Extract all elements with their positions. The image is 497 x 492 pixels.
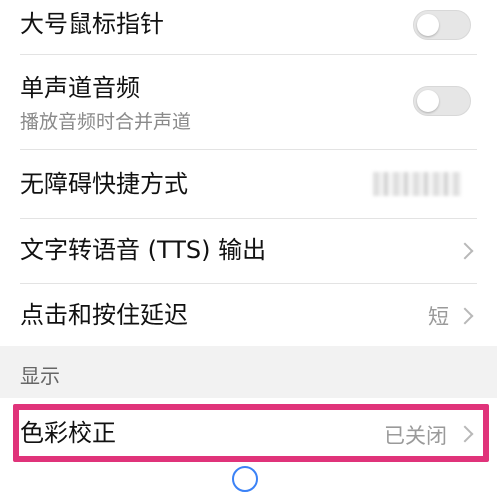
blurred-value <box>373 172 461 196</box>
setting-description: 播放音频时合并声道 <box>20 111 192 133</box>
mono-audio-toggle[interactable] <box>413 86 471 116</box>
setting-accessibility-shortcut[interactable]: 无障碍快捷方式 <box>0 150 497 218</box>
section-header-display: 显示 <box>0 346 497 398</box>
highlight-box <box>13 404 489 462</box>
setting-label: 文字转语音 (TTS) 输出 <box>20 236 267 264</box>
toggle-knob <box>417 90 439 112</box>
chevron-right-icon <box>456 307 474 325</box>
setting-label: 大号鼠标指针 <box>20 10 164 38</box>
setting-label: 单声道音频 <box>20 74 140 102</box>
toggle-knob <box>417 14 439 36</box>
setting-label: 无障碍快捷方式 <box>20 170 188 198</box>
setting-touch-hold-delay[interactable]: 点击和按住延迟 短 <box>0 284 497 346</box>
setting-tts-output[interactable]: 文字转语音 (TTS) 输出 <box>0 219 497 283</box>
setting-label: 点击和按住延迟 <box>20 301 188 329</box>
setting-value: 短 <box>428 305 449 329</box>
section-label: 显示 <box>20 364 60 388</box>
large-pointer-toggle[interactable] <box>413 10 471 40</box>
setting-large-pointer[interactable]: 大号鼠标指针 <box>0 0 497 54</box>
chevron-right-icon <box>456 242 474 260</box>
partial-circle-icon <box>232 466 258 492</box>
setting-mono-audio[interactable]: 单声道音频 播放音频时合并声道 <box>0 55 497 149</box>
